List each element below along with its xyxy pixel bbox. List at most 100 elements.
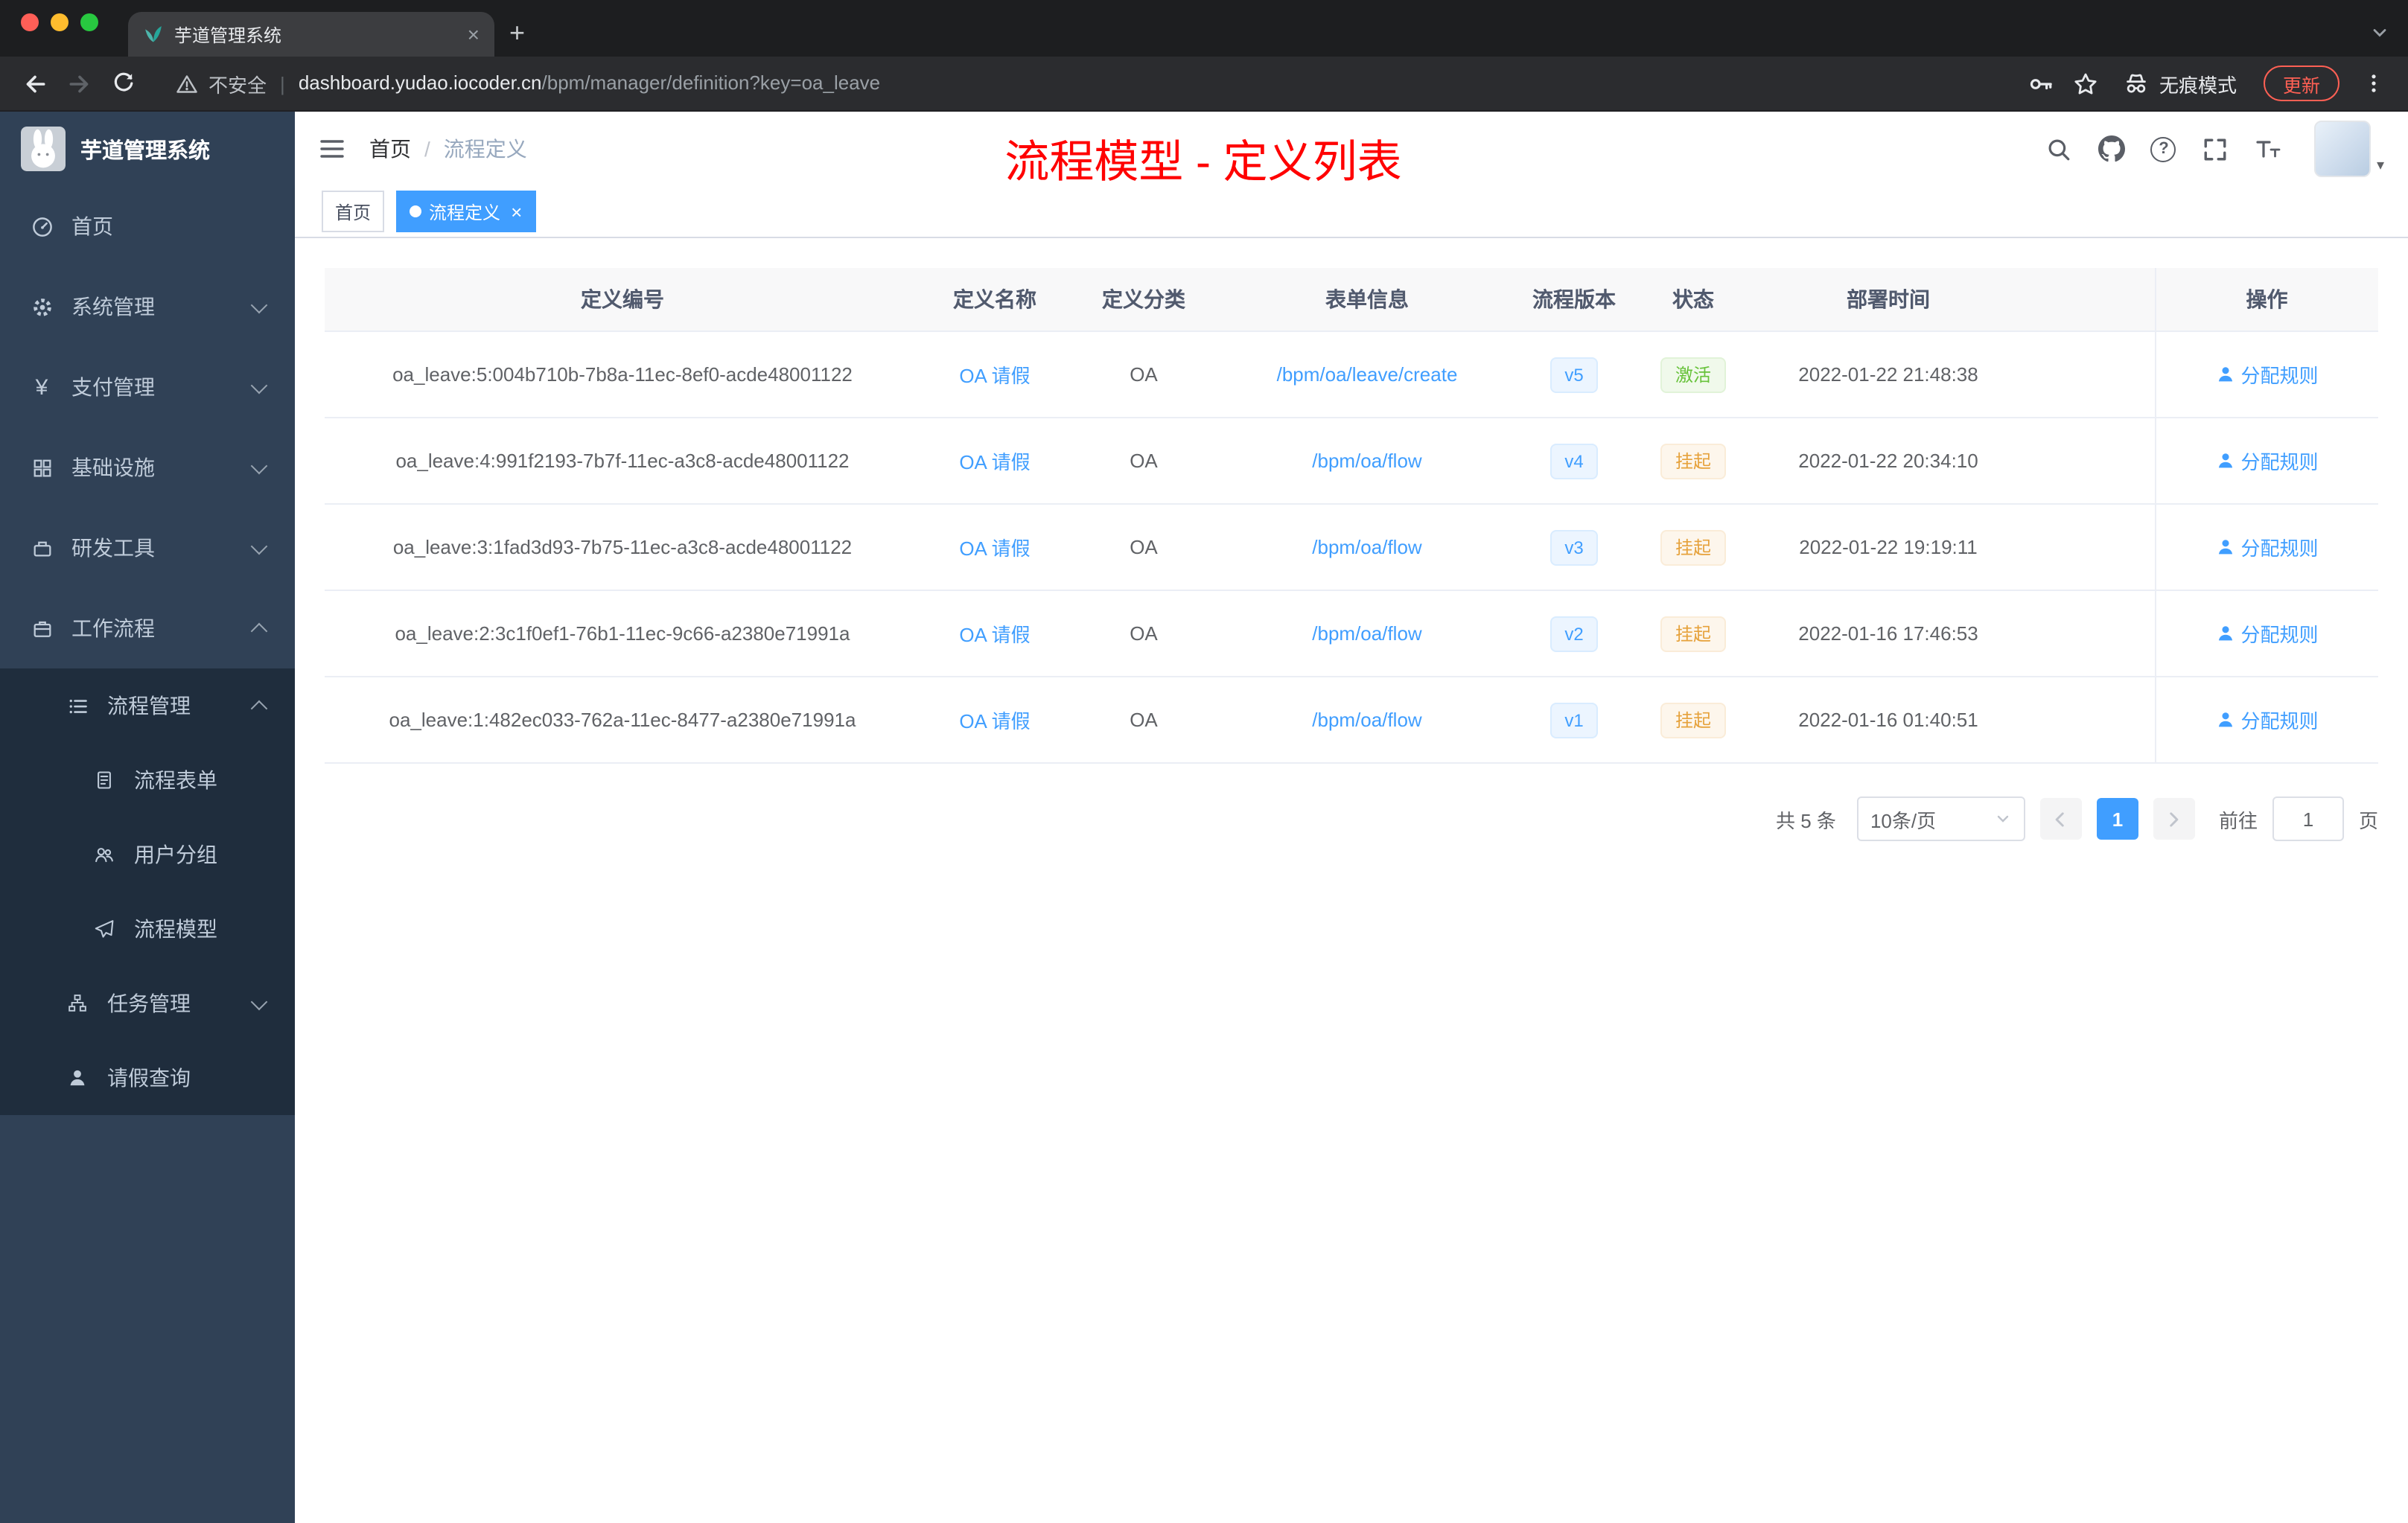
breadcrumb-current: 流程定义 [443, 137, 527, 161]
cell-category: OA [1069, 418, 1218, 505]
assign-rule-button[interactable]: 分配规则 [2215, 706, 2319, 734]
chevron-down-icon [250, 296, 268, 313]
sidebar-item-devtools[interactable]: 研发工具 [0, 508, 295, 588]
url-domain: dashboard.yudao.iocoder.cn [298, 71, 542, 94]
fullscreen-icon[interactable] [2201, 134, 2231, 164]
sidebar-item-payment[interactable]: ¥ 支付管理 [0, 347, 295, 427]
sidebar-item-label: 流程表单 [134, 768, 217, 792]
user-icon [66, 1066, 89, 1090]
total-count: 共 5 条 [1776, 809, 1836, 831]
assign-rule-button[interactable]: 分配规则 [2215, 533, 2319, 561]
cell-filler [2022, 418, 2155, 505]
tag-home[interactable]: 首页 [322, 191, 385, 232]
goto-page-input[interactable] [2272, 796, 2344, 841]
sidebar-item-home[interactable]: 首页 [0, 186, 295, 266]
sidebar-item-task-management[interactable]: 任务管理 [0, 966, 295, 1041]
browser-menu-icon[interactable] [2354, 64, 2393, 103]
col-category: 定义分类 [1069, 268, 1218, 332]
search-icon[interactable] [2045, 134, 2074, 164]
sidebar-item-label: 用户分组 [134, 843, 217, 866]
browser-update-button[interactable]: 更新 [2263, 66, 2339, 101]
help-icon[interactable]: ? [2149, 134, 2179, 164]
sidebar-item-system[interactable]: 系统管理 [0, 266, 295, 347]
sidebar-item-label: 系统管理 [71, 295, 155, 319]
table-row: oa_leave:3:1fad3d93-7b75-11ec-a3c8-acde4… [325, 504, 2378, 591]
assign-rule-button[interactable]: 分配规则 [2215, 619, 2319, 648]
user-icon [2218, 712, 2232, 727]
next-page-button[interactable] [2153, 798, 2195, 840]
tag-process-definition[interactable]: 流程定义 × [396, 191, 536, 232]
incognito-icon [2127, 73, 2146, 92]
sidebar-logo[interactable]: 芋道管理系统 [0, 112, 295, 186]
status-badge: 挂起 [1660, 529, 1726, 565]
cell-filler [2022, 331, 2155, 418]
chevron-down-icon [1997, 815, 2009, 823]
tab-close-icon[interactable]: × [465, 24, 482, 45]
cell-deploy-time: 2022-01-22 19:19:11 [1754, 504, 2022, 591]
definition-name-link[interactable]: OA 请假 [959, 365, 1030, 387]
sidebar-item-infrastructure[interactable]: 基础设施 [0, 427, 295, 508]
sidebar-item-process-model[interactable]: 流程模型 [0, 892, 295, 966]
assign-rule-button[interactable]: 分配规则 [2215, 360, 2319, 389]
page-number-button[interactable]: 1 [2096, 798, 2138, 840]
minimize-window-button[interactable] [51, 13, 69, 31]
cell-deploy-time: 2022-01-16 17:46:53 [1754, 590, 2022, 677]
avatar[interactable] [2313, 121, 2371, 177]
sidebar-item-process-management[interactable]: 流程管理 [0, 668, 295, 743]
page-size-select[interactable]: 10条/页 [1856, 796, 2025, 841]
close-window-button[interactable] [21, 13, 39, 31]
chevron-down-icon [250, 537, 268, 555]
sidebar-item-user-group[interactable]: 用户分组 [0, 817, 295, 892]
hamburger-icon[interactable] [295, 112, 369, 186]
chevron-down-icon: ▾ [2376, 158, 2384, 174]
definition-name-link[interactable]: OA 请假 [959, 451, 1030, 473]
user-icon [2218, 540, 2232, 555]
chevron-up-icon [250, 622, 268, 639]
github-icon[interactable] [2097, 134, 2127, 164]
back-button[interactable] [15, 64, 54, 103]
prev-page-button[interactable] [2039, 798, 2082, 840]
definition-name-link[interactable]: OA 请假 [959, 710, 1030, 732]
forward-button[interactable] [60, 64, 98, 103]
reload-button[interactable] [104, 64, 143, 103]
user-icon [2218, 453, 2232, 468]
new-tab-button[interactable]: + [494, 19, 540, 46]
sidebar-item-label: 流程管理 [107, 694, 191, 718]
definition-name-link[interactable]: OA 请假 [959, 624, 1030, 646]
sidebar-item-leave-query[interactable]: 请假查询 [0, 1041, 295, 1115]
password-key-icon[interactable] [2022, 64, 2061, 103]
assign-rule-button[interactable]: 分配规则 [2215, 447, 2319, 475]
cell-filler [2022, 677, 2155, 764]
sidebar-item-process-form[interactable]: 流程表单 [0, 743, 295, 817]
browser-tab[interactable]: 芋道管理系统 × [128, 12, 494, 57]
cell-category: OA [1069, 590, 1218, 677]
zoom-window-button[interactable] [80, 13, 98, 31]
address-bar[interactable]: 不安全 | dashboard.yudao.iocoder.cn/bpm/man… [161, 63, 2004, 104]
col-deploy-time: 部署时间 [1754, 268, 2022, 332]
goto-label: 前往 [2218, 809, 2258, 831]
form-link[interactable]: /bpm/oa/flow [1312, 622, 1421, 645]
cell-definition-id: oa_leave:2:3c1f0ef1-76b1-11ec-9c66-a2380… [325, 590, 920, 677]
briefcase-icon [30, 616, 54, 640]
sidebar-item-label: 基础设施 [71, 456, 155, 479]
user-menu[interactable]: ▾ [2313, 121, 2384, 177]
tag-label: 流程定义 [429, 202, 501, 223]
font-size-icon[interactable] [2253, 134, 2283, 164]
workflow-submenu: 流程管理 流程表单 用户分组 流程模型 任务管理 请假查询 [0, 668, 295, 1115]
form-link[interactable]: /bpm/oa/flow [1312, 709, 1421, 731]
version-badge: v4 [1549, 443, 1599, 479]
tab-search-icon[interactable] [2369, 22, 2390, 43]
form-link[interactable]: /bpm/oa/leave/create [1277, 363, 1458, 386]
sidebar-item-workflow[interactable]: 工作流程 [0, 588, 295, 668]
sidebar-item-label: 研发工具 [71, 536, 155, 560]
dashboard-icon [30, 214, 54, 238]
main-pane: 首页 / 流程定义 ? ▾ 首页 流程定义 × 定义编号 定义名称 定义分类 表… [295, 112, 2408, 1523]
definition-name-link[interactable]: OA 请假 [959, 537, 1030, 560]
logo-image [21, 127, 66, 171]
bookmark-star-icon[interactable] [2067, 64, 2106, 103]
annotation-title: 流程模型 - 定义列表 [1004, 138, 1402, 188]
close-icon[interactable]: × [511, 202, 522, 221]
breadcrumb-home[interactable]: 首页 [369, 134, 411, 164]
form-link[interactable]: /bpm/oa/flow [1312, 450, 1421, 472]
form-link[interactable]: /bpm/oa/flow [1312, 536, 1421, 558]
